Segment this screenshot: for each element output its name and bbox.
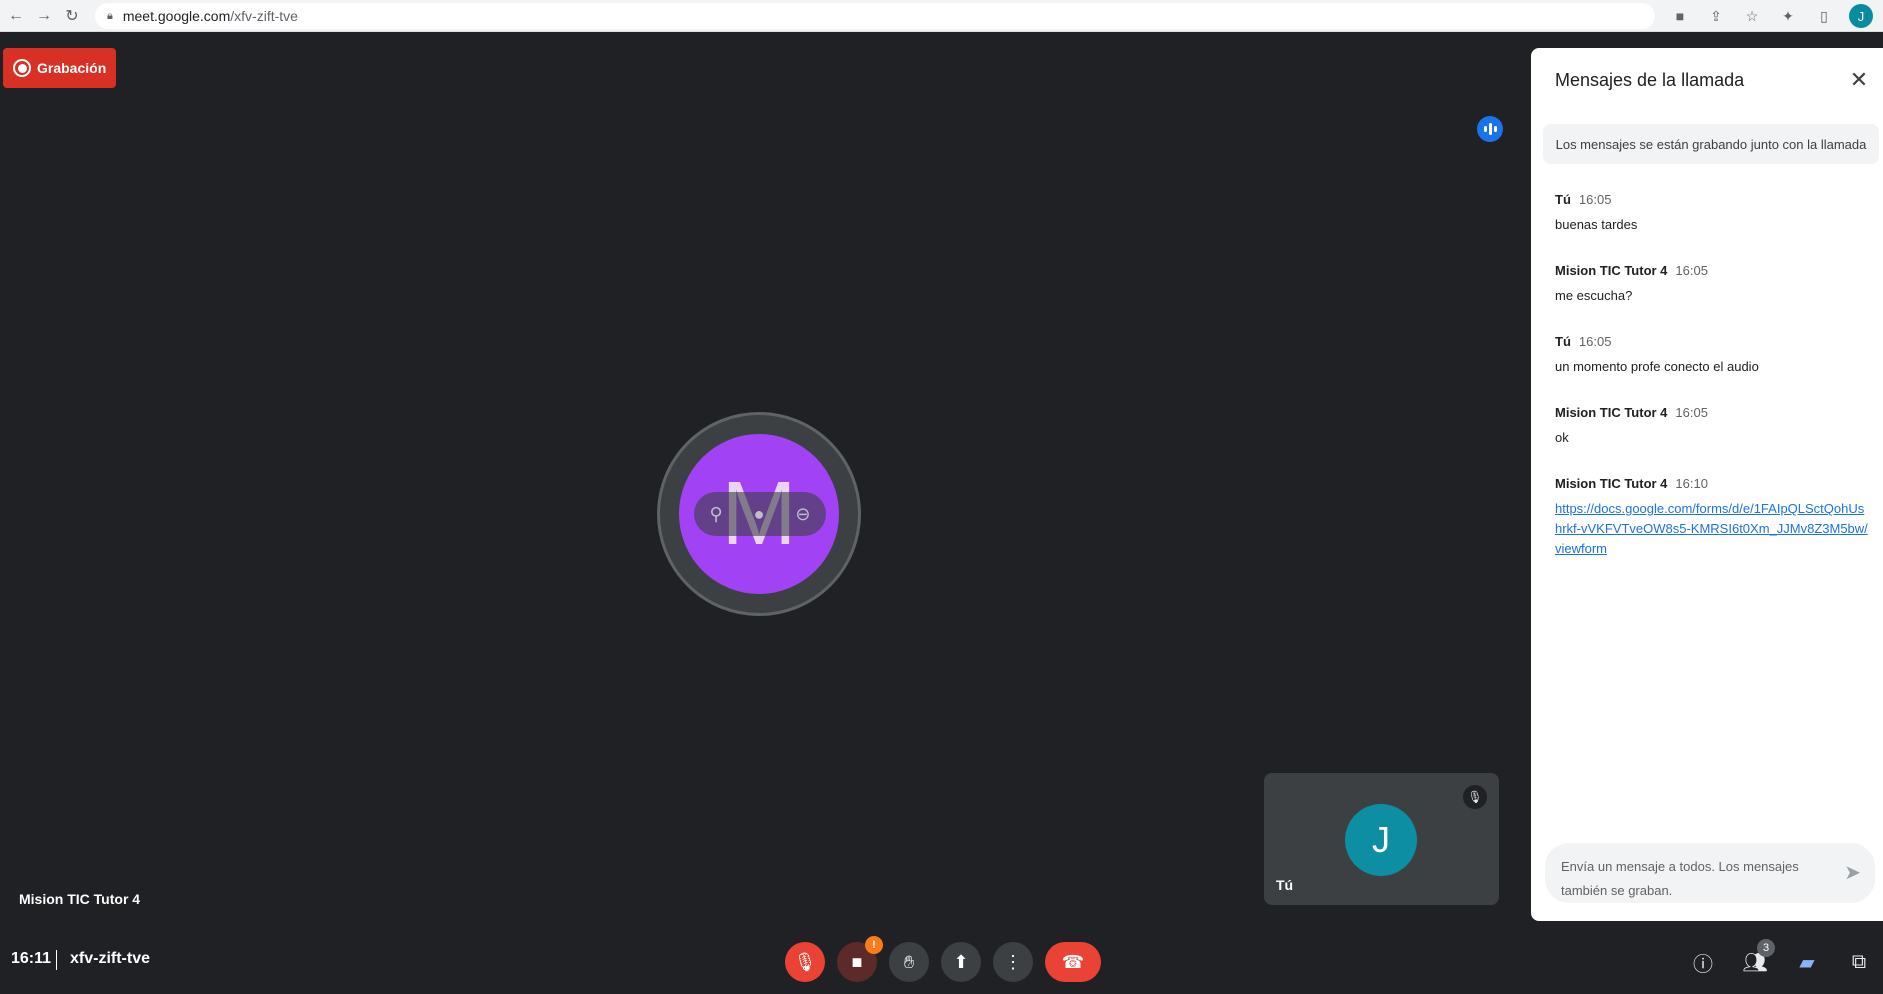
close-icon[interactable]: ✕ <box>1845 66 1873 94</box>
sidebar-icon[interactable]: ▯ <box>1813 5 1835 27</box>
browser-toolbar: ← → ↻ 🔒︎ meet.google.com/xfv-zift-tve ■ … <box>0 0 1883 32</box>
present-screen-icon: ⬆ <box>953 951 969 972</box>
people-count-badge: 3 <box>1757 939 1775 957</box>
forward-icon[interactable]: → <box>32 4 56 28</box>
chat-message: Tú 16:05 buenas tardes <box>1555 192 1871 235</box>
chat-message-time: 16:05 <box>1578 334 1612 349</box>
activities-button[interactable]: ⧉ <box>1845 942 1873 982</box>
chat-message-time: 16:05 <box>1675 263 1708 278</box>
chat-message-sender: Mision TIC Tutor 4 <box>1555 476 1668 491</box>
chat-message: Mision TIC Tutor 4 16:05 me escucha? <box>1555 263 1871 306</box>
chat-message-header: Tú 16:05 <box>1555 334 1871 349</box>
chat-message-text: me escucha? <box>1555 288 1633 303</box>
chat-message-text: buenas tardes <box>1555 217 1638 232</box>
meeting-code: xfv-zift-tve <box>70 950 151 967</box>
chat-message: Mision TIC Tutor 4 16:10 https://docs.goog… <box>1555 476 1871 559</box>
raise-hand-button[interactable]: ✋︎ <box>889 942 929 982</box>
chat-message-sender: Tú <box>1555 334 1571 349</box>
reload-icon[interactable]: ↻ <box>60 4 84 28</box>
chat-message-time: 16:05 <box>1578 192 1612 207</box>
bottom-bar: 16:11 xfv-zift-tve 🎙︎ ■ ! ✋︎ ⬆ ⋮ ☎︎ ⓘ 👥︎… <box>0 930 1883 994</box>
lock-icon: 🔒︎ <box>107 9 113 22</box>
record-icon <box>13 59 31 77</box>
star-icon[interactable]: ☆ <box>1741 5 1763 27</box>
chat-message-sender: Tú <box>1555 192 1571 207</box>
chat-message-header: Mision TIC Tutor 4 16:05 <box>1555 263 1871 278</box>
tile-hover-controls: ⚲ ● ⊖ <box>694 492 826 536</box>
mic-icon[interactable]: ● <box>754 504 765 525</box>
chat-message-header: Mision TIC Tutor 4 16:10 <box>1555 476 1871 491</box>
hand-icon: ✋︎ <box>903 951 915 972</box>
chat-message-sender: Mision TIC Tutor 4 <box>1555 405 1668 420</box>
chat-message-header: Tú 16:05 <box>1555 192 1871 207</box>
back-icon[interactable]: ← <box>4 4 28 28</box>
chat-message-header: Mision TIC Tutor 4 16:05 <box>1555 405 1871 420</box>
divider <box>56 950 57 970</box>
send-icon[interactable]: ➤ <box>1844 861 1861 885</box>
phone-hangup-icon: ☎︎ <box>1061 951 1085 972</box>
chat-message-link[interactable]: https://docs.google.com/forms/d/e/1FAIpQ… <box>1555 499 1871 559</box>
message-input-placeholder: Envía un mensaje a todos. Los mensajes t… <box>1561 859 1799 898</box>
self-tile[interactable]: J 🎙︎ Tú <box>1264 773 1499 905</box>
hangup-button[interactable]: ☎︎ <box>1045 942 1101 982</box>
warning-badge: ! <box>865 936 883 954</box>
extensions-icon[interactable]: ✦ <box>1777 5 1799 27</box>
camera-icon[interactable]: ■ <box>1669 5 1691 27</box>
recording-label: Grabación <box>37 60 107 76</box>
mic-off-button[interactable]: 🎙︎ <box>785 942 825 982</box>
chat-button[interactable]: ▰ <box>1793 942 1821 982</box>
address-bar[interactable]: 🔒︎ meet.google.com/xfv-zift-tve <box>95 3 1655 29</box>
chat-message-time: 16:05 <box>1675 405 1708 420</box>
recording-note: Los mensajes se están grabando junto con… <box>1543 124 1879 164</box>
message-list: Tú 16:05 buenas tardes Mision TIC Tutor 4 16… <box>1555 192 1871 587</box>
chat-message-text: ok <box>1555 430 1569 445</box>
main-participant-avatar: M ⚲ ● ⊖ <box>679 434 839 594</box>
more-vert-icon: ⋮ <box>1004 951 1022 972</box>
chat-message: Tú 16:05 un momento profe conecto el audio <box>1555 334 1871 377</box>
url-text: meet.google.com/xfv-zift-tve <box>122 8 298 24</box>
self-label: Tú <box>1276 877 1294 893</box>
recording-badge[interactable]: Grabación <box>3 48 116 88</box>
remove-icon[interactable]: ⊖ <box>795 504 810 525</box>
meeting-details-button[interactable]: ⓘ <box>1689 942 1717 982</box>
share-icon[interactable]: ⇪ <box>1705 5 1727 27</box>
profile-avatar[interactable]: J <box>1849 4 1873 28</box>
chat-message-sender: Mision TIC Tutor 4 <box>1555 263 1668 278</box>
self-avatar: J <box>1345 804 1417 876</box>
more-options-button[interactable]: ⋮ <box>993 942 1033 982</box>
speaking-indicator-icon <box>1477 116 1503 142</box>
camera-off-button[interactable]: ■ ! <box>837 936 883 982</box>
chat-icon: ▰ <box>1799 951 1815 974</box>
chat-message-text: un momento profe conecto el audio <box>1555 359 1759 374</box>
present-button[interactable]: ⬆ <box>941 942 981 982</box>
camera-off-icon: ■ <box>851 951 863 972</box>
chat-title: Mensajes de la llamada <box>1555 70 1745 90</box>
message-input[interactable]: Envía un mensaje a todos. Los mensajes t… <box>1545 843 1875 903</box>
participant-name: Mision TIC Tutor 4 <box>19 891 141 907</box>
main-participant-tile[interactable]: M ⚲ ● ⊖ <box>657 412 861 616</box>
chat-message: Mision TIC Tutor 4 16:05 ok <box>1555 405 1871 448</box>
chat-panel: Mensajes de la llamada ✕ Los mensajes se… <box>1531 48 1883 921</box>
info-icon: ⓘ <box>1693 953 1713 976</box>
chat-message-time: 16:10 <box>1675 476 1708 491</box>
pin-icon[interactable]: ⚲ <box>709 504 722 525</box>
activities-icon: ⧉ <box>1851 950 1867 973</box>
people-button[interactable]: 👥︎ 3 <box>1741 939 1775 982</box>
clock: 16:11 <box>11 950 52 967</box>
mic-off-icon: 🎙︎ <box>793 951 817 972</box>
mic-off-icon: 🎙︎ <box>1463 785 1487 809</box>
